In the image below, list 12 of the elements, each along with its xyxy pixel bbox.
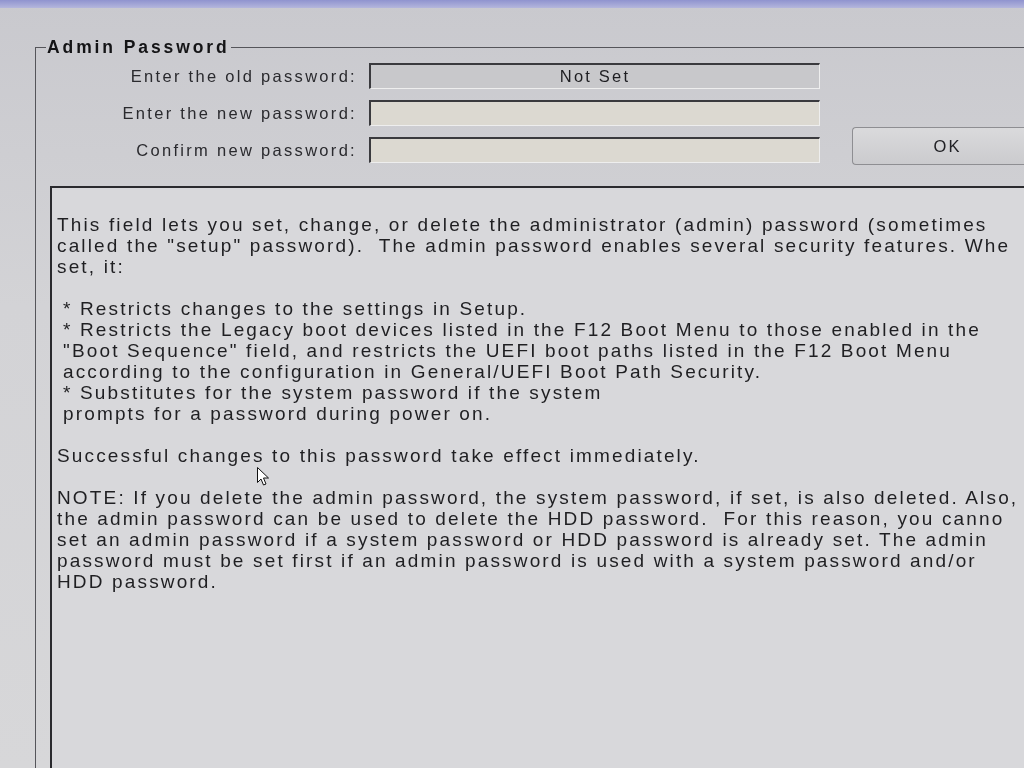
help-text: * Restricts changes to the settings in Setup. * Restricts the Legacy boot devices listed in the F12 Boot Menu to those enabled in the "Boot Sequence" field, and restricts the UEFI boot paths listed in the F12 Boot Menu according to the configuration in General/UEFI Boot Path Security. * Substitutes for the system password if the system prompts for a password during power on. <box>62 298 982 424</box>
field-label: Enter the new password: <box>122 103 357 123</box>
password-field[interactable] <box>369 100 820 126</box>
help-text: NOTE: If you delete the admin password, the system password, if set, is also deleted. Also, the admin password can be used to delete the HDD password. For this reason, you canno set an admin password if a system password or HDD password is already set. The admin password must be set first if an admin password is used with a system password and/or HDD password. <box>57 487 1020 592</box>
help-text: Successful changes to this password take effect immediately. <box>57 445 702 466</box>
ok-button[interactable]: OK <box>852 127 1024 165</box>
mouse-pointer-icon <box>257 467 269 486</box>
password-field[interactable] <box>369 137 820 163</box>
group-title: Admin Password <box>46 37 231 57</box>
field-label: Confirm new password: <box>136 140 357 160</box>
field-label: Enter the old password: <box>130 66 357 86</box>
help-text: This field lets you set, change, or delete the administrator (admin) password (sometimes called the "setup" password). The admin password enables several security features. Whe set, it: <box>57 214 1012 277</box>
